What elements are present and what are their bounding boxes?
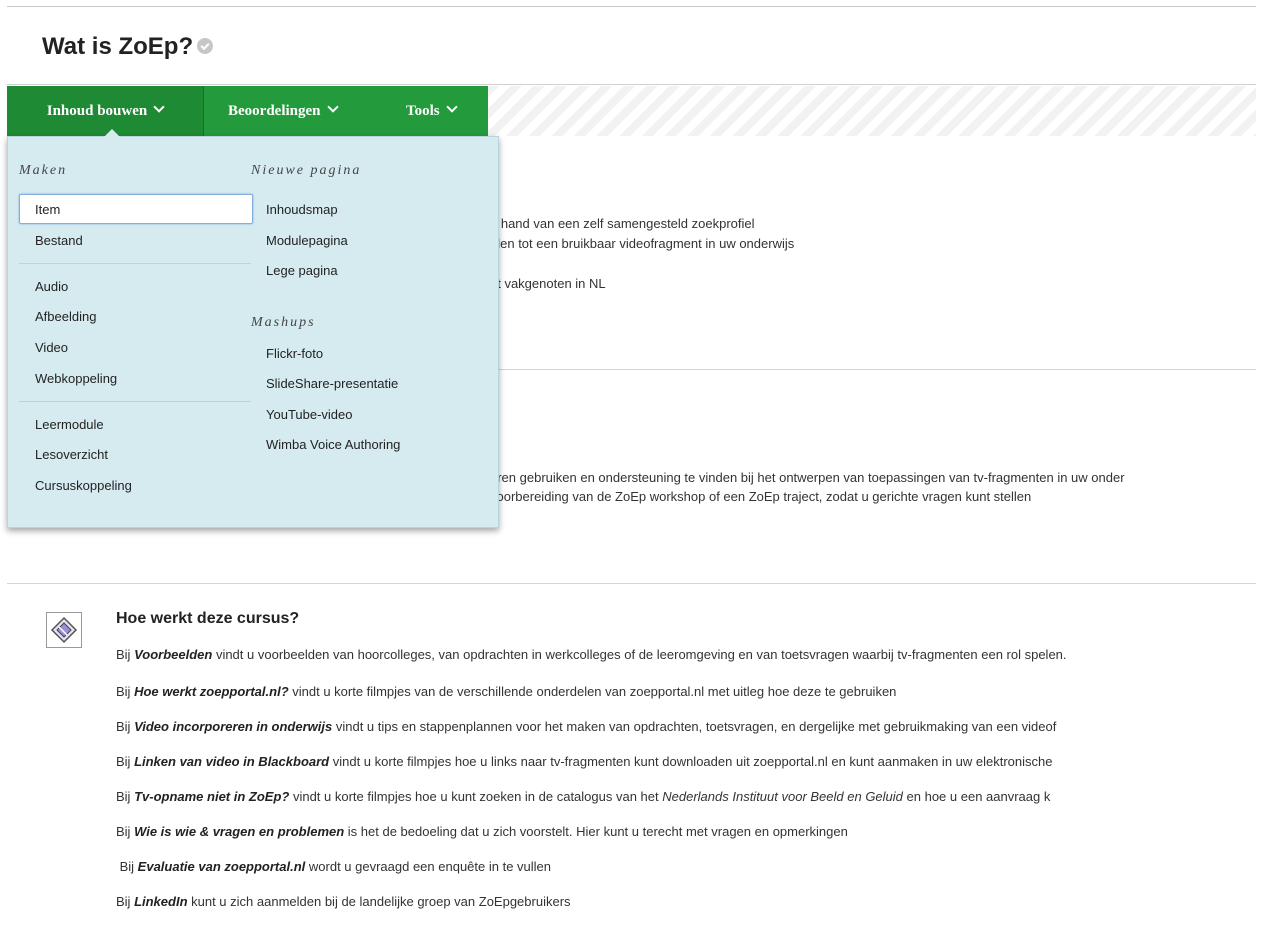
content-line: jden tot een bruikbaar videofragment in … <box>490 236 795 251</box>
dropdown-item-lesoverzicht[interactable]: Lesoverzicht <box>35 447 108 462</box>
link-evaluatie[interactable]: Evaluatie van zoepportal.nl <box>138 859 306 874</box>
menu-separator <box>203 86 204 136</box>
dropdown-item-item[interactable]: Item <box>35 202 60 217</box>
chevron-down-icon <box>326 101 339 113</box>
dropdown-item-flickr-foto[interactable]: Flickr-foto <box>266 346 323 361</box>
link-linken-van-video[interactable]: Linken van video in Blackboard <box>134 754 329 769</box>
dropdown-item-video[interactable]: Video <box>35 340 68 355</box>
page-title: Wat is ZoEp? <box>42 33 214 61</box>
dropdown-separator <box>19 401 251 402</box>
dropdown-item-slideshare[interactable]: SlideShare-presentatie <box>266 376 398 391</box>
dropdown-caret <box>104 129 120 137</box>
link-linkedin[interactable]: LinkedIn <box>134 894 187 909</box>
paragraph: Bij Video incorporeren in onderwijs vind… <box>116 719 1057 734</box>
content-line: e hand van een zelf samengesteld zoekpro… <box>490 216 755 231</box>
menu-tools[interactable]: Tools <box>406 86 458 136</box>
dropdown-item-cursuskoppeling[interactable]: Cursuskoppeling <box>35 478 132 493</box>
dropdown-heading-maken: Maken <box>19 163 68 178</box>
chevron-down-icon <box>153 101 165 113</box>
dropdown-heading-mashups: Mashups <box>251 315 316 330</box>
dropdown-item-inhoudsmap[interactable]: Inhoudsmap <box>266 202 338 217</box>
paragraph: Bij Linken van video in Blackboard vindt… <box>116 754 1053 769</box>
paragraph: Bij Evaluatie van zoepportal.nl wordt u … <box>116 859 552 874</box>
build-content-dropdown: Maken Item Bestand Audio Afbeelding Vide… <box>7 129 499 528</box>
dropdown-item-audio[interactable]: Audio <box>35 279 68 294</box>
dropdown-item-lege-pagina[interactable]: Lege pagina <box>266 263 338 278</box>
dropdown-item-afbeelding[interactable]: Afbeelding <box>35 309 96 324</box>
link-video-incorporeren[interactable]: Video incorporeren in onderwijs <box>134 719 332 734</box>
dropdown-item-bestand[interactable]: Bestand <box>35 233 83 248</box>
paragraph: Bij LinkedIn kunt u zich aanmelden bij d… <box>116 894 571 909</box>
section-title: Hoe werkt deze cursus? <box>116 610 300 627</box>
dropdown-item-webkoppeling[interactable]: Webkoppeling <box>35 371 117 386</box>
chevron-down-icon <box>445 101 458 113</box>
link-voorbeelden[interactable]: Voorbeelden <box>134 647 212 662</box>
link-wie-is-wie[interactable]: Wie is wie & vragen en problemen <box>134 824 344 839</box>
course-menubar: Inhoud bouwen Beoordelingen Tools <box>7 86 488 136</box>
menubar-filler <box>488 86 1256 136</box>
dropdown-item-wimba[interactable]: Wimba Voice Authoring <box>266 437 400 452</box>
dropdown-item-modulepagina[interactable]: Modulepagina <box>266 233 348 248</box>
link-hoe-werkt-zoepportal[interactable]: Hoe werkt zoepportal.nl? <box>134 684 289 699</box>
content-line: eren gebruiken en ondersteuning te vinde… <box>490 470 1125 485</box>
content-line: voorbereiding van de ZoEp workshop of ee… <box>490 489 1032 504</box>
paragraph: Bij Wie is wie & vragen en problemen is … <box>116 824 848 839</box>
title-divider <box>7 84 1256 85</box>
check-circle-icon[interactable] <box>197 37 214 54</box>
paragraph: Bij Voorbeelden vindt u voorbeelden van … <box>116 647 1067 662</box>
top-divider <box>7 6 1256 7</box>
content-line: et vakgenoten in NL <box>490 276 606 291</box>
menu-beoordelingen[interactable]: Beoordelingen <box>228 86 339 136</box>
paragraph: Bij Hoe werkt zoepportal.nl? vindt u kor… <box>116 684 897 699</box>
section-divider <box>7 583 1256 584</box>
dropdown-heading-nieuwe-pagina: Nieuwe pagina <box>251 163 362 178</box>
link-tv-opname[interactable]: Tv-opname niet in ZoEp? <box>134 789 289 804</box>
content-item-icon <box>46 612 82 648</box>
paragraph: Bij Tv-opname niet in ZoEp? vindt u kort… <box>116 789 1051 804</box>
dropdown-separator <box>19 263 251 264</box>
dropdown-item-youtube-video[interactable]: YouTube-video <box>266 407 353 422</box>
dropdown-item-leermodule[interactable]: Leermodule <box>35 417 104 432</box>
